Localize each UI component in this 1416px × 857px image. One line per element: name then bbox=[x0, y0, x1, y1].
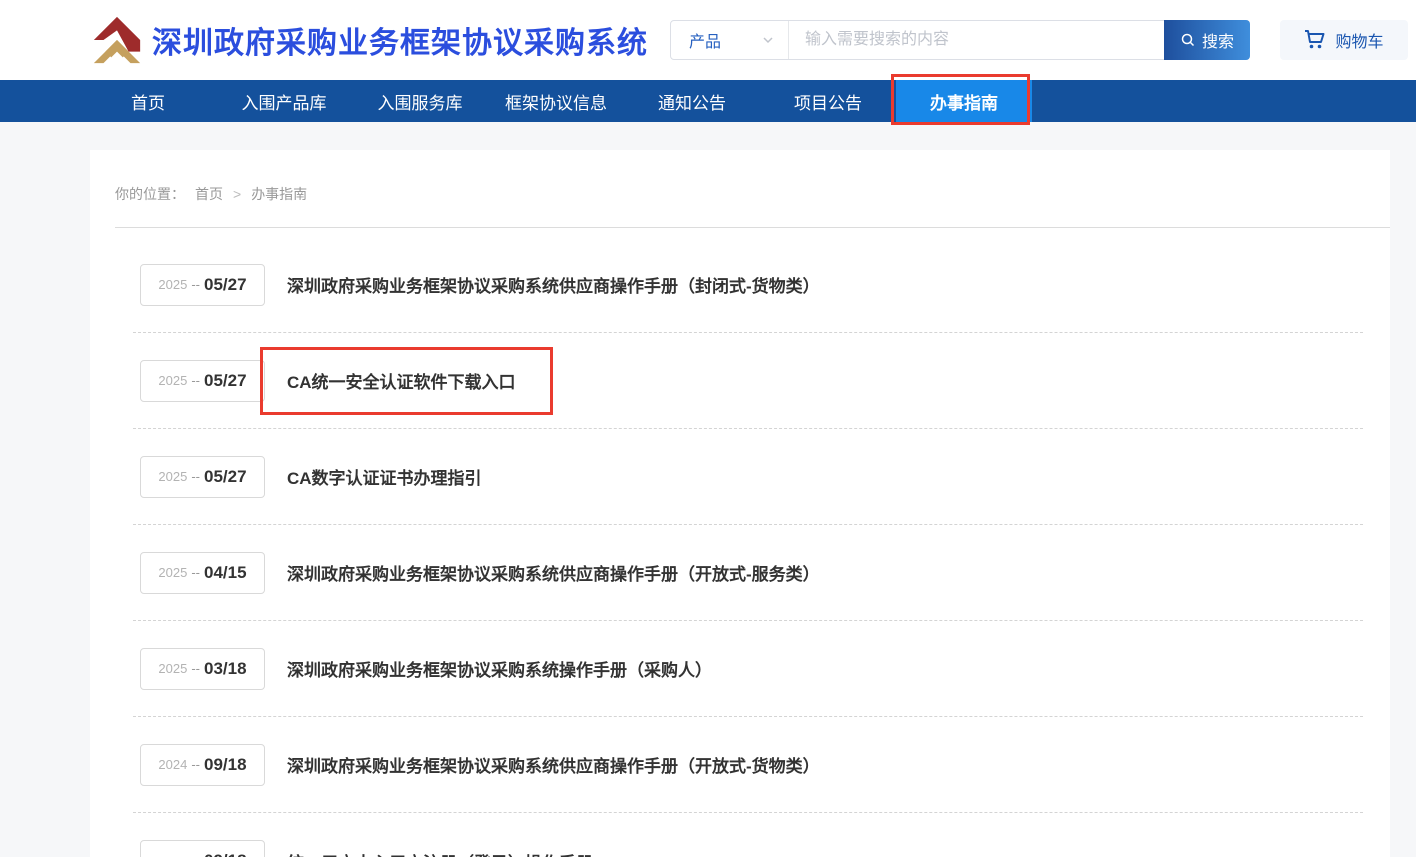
date-year: 2025 bbox=[158, 277, 187, 292]
content-card: 你的位置： 首页 > 办事指南 2025 -- 05/27 深圳政府采购业务框架… bbox=[90, 150, 1390, 857]
document-title-link[interactable]: 深圳政府采购业务框架协议采购系统供应商操作手册（封闭式-货物类） bbox=[287, 272, 820, 297]
breadcrumb-prefix: 你的位置： bbox=[115, 184, 185, 204]
date-year: 2025 bbox=[158, 373, 187, 388]
content-background: 你的位置： 首页 > 办事指南 2025 -- 05/27 深圳政府采购业务框架… bbox=[0, 150, 1416, 857]
date-dash: -- bbox=[191, 565, 200, 580]
search-category-select[interactable]: 产品 bbox=[671, 21, 789, 59]
list-item[interactable]: 2025 -- 04/15 深圳政府采购业务框架协议采购系统供应商操作手册（开放… bbox=[133, 525, 1363, 621]
search-category-value: 产品 bbox=[689, 28, 721, 52]
date-year: 2025 bbox=[158, 565, 187, 580]
search-icon bbox=[1180, 32, 1196, 48]
date-monthday: 05/27 bbox=[204, 371, 247, 391]
document-title-link[interactable]: CA数字认证证书办理指引 bbox=[287, 464, 482, 489]
cart-button[interactable]: 购物车 bbox=[1280, 20, 1408, 60]
top-header: 深圳政府采购业务框架协议采购系统 产品 搜索 购物车 bbox=[0, 0, 1416, 80]
breadcrumb: 你的位置： 首页 > 办事指南 bbox=[90, 150, 1390, 204]
date-badge: 2025 -- 05/27 bbox=[140, 360, 265, 402]
date-dash: -- bbox=[191, 277, 200, 292]
document-list: 2025 -- 05/27 深圳政府采购业务框架协议采购系统供应商操作手册（封闭… bbox=[133, 237, 1363, 857]
search-input[interactable] bbox=[789, 21, 1164, 59]
date-dash: -- bbox=[191, 661, 200, 676]
date-monthday: 05/27 bbox=[204, 275, 247, 295]
document-title-link[interactable]: 深圳政府采购业务框架协议采购系统操作手册（采购人） bbox=[287, 656, 712, 681]
date-dash: -- bbox=[191, 373, 200, 388]
main-nav: 首页 入围产品库 入围服务库 框架协议信息 通知公告 项目公告 办事指南 bbox=[0, 80, 1416, 122]
logo-diamond-icon bbox=[90, 13, 144, 67]
cart-button-label: 购物车 bbox=[1335, 28, 1383, 52]
date-monthday: 09/18 bbox=[204, 755, 247, 775]
date-monthday: 03/18 bbox=[204, 659, 247, 679]
document-title-link[interactable]: 深圳政府采购业务框架协议采购系统供应商操作手册（开放式-货物类） bbox=[287, 752, 820, 777]
cart-icon bbox=[1304, 30, 1326, 50]
date-dash: -- bbox=[191, 469, 200, 484]
site-title: 深圳政府采购业务框架协议采购系统 bbox=[152, 18, 648, 62]
search-button-label: 搜索 bbox=[1202, 28, 1234, 52]
document-title-link[interactable]: 深圳政府采购业务框架协议采购系统供应商操作手册（开放式-服务类） bbox=[287, 560, 820, 585]
date-monthday: 04/15 bbox=[204, 563, 247, 583]
date-badge: 2024 -- 09/18 bbox=[140, 744, 265, 786]
nav-item-notices[interactable]: 通知公告 bbox=[624, 80, 760, 122]
date-dash: -- bbox=[191, 854, 200, 857]
page: 深圳政府采购业务框架协议采购系统 产品 搜索 购物车 首页 入围产品库 bbox=[0, 0, 1416, 857]
date-dash: -- bbox=[191, 757, 200, 772]
document-title-link[interactable]: 统一用户中心用户注册（登录）操作手册 bbox=[287, 849, 593, 857]
breadcrumb-home-link[interactable]: 首页 bbox=[195, 184, 223, 204]
chevron-down-icon bbox=[762, 34, 774, 46]
breadcrumb-separator: > bbox=[233, 186, 241, 202]
nav-item-home[interactable]: 首页 bbox=[80, 80, 216, 122]
list-item[interactable]: 2024 -- 09/18 统一用户中心用户注册（登录）操作手册 bbox=[133, 813, 1363, 857]
date-badge: 2025 -- 05/27 bbox=[140, 264, 265, 306]
date-badge: 2025 -- 04/15 bbox=[140, 552, 265, 594]
date-monthday: 05/27 bbox=[204, 467, 247, 487]
date-monthday: 09/18 bbox=[204, 851, 247, 857]
date-year: 2024 bbox=[158, 757, 187, 772]
search-button[interactable]: 搜索 bbox=[1164, 20, 1250, 60]
nav-item-service-guide[interactable]: 办事指南 bbox=[896, 80, 1032, 122]
document-title-link[interactable]: CA统一安全认证软件下载入口 bbox=[287, 368, 516, 393]
search-bar: 产品 搜索 bbox=[670, 20, 1250, 60]
date-badge: 2025 -- 05/27 bbox=[140, 456, 265, 498]
list-item[interactable]: 2025 -- 03/18 深圳政府采购业务框架协议采购系统操作手册（采购人） bbox=[133, 621, 1363, 717]
list-item[interactable]: 2025 -- 05/27 CA统一安全认证软件下载入口 bbox=[133, 333, 1363, 429]
nav-item-shortlisted-products[interactable]: 入围产品库 bbox=[216, 80, 352, 122]
nav-item-project-announcements[interactable]: 项目公告 bbox=[760, 80, 896, 122]
date-badge: 2025 -- 03/18 bbox=[140, 648, 265, 690]
date-badge: 2024 -- 09/18 bbox=[140, 840, 265, 857]
date-year: 2024 bbox=[158, 854, 187, 857]
date-year: 2025 bbox=[158, 661, 187, 676]
list-item[interactable]: 2025 -- 05/27 深圳政府采购业务框架协议采购系统供应商操作手册（封闭… bbox=[133, 237, 1363, 333]
logo[interactable]: 深圳政府采购业务框架协议采购系统 bbox=[90, 13, 648, 67]
breadcrumb-current: 办事指南 bbox=[251, 184, 307, 204]
breadcrumb-divider bbox=[115, 227, 1390, 228]
list-item[interactable]: 2024 -- 09/18 深圳政府采购业务框架协议采购系统供应商操作手册（开放… bbox=[133, 717, 1363, 813]
date-year: 2025 bbox=[158, 469, 187, 484]
nav-item-shortlisted-services[interactable]: 入围服务库 bbox=[352, 80, 488, 122]
nav-item-framework-agreement-info[interactable]: 框架协议信息 bbox=[488, 80, 624, 122]
list-item[interactable]: 2025 -- 05/27 CA数字认证证书办理指引 bbox=[133, 429, 1363, 525]
